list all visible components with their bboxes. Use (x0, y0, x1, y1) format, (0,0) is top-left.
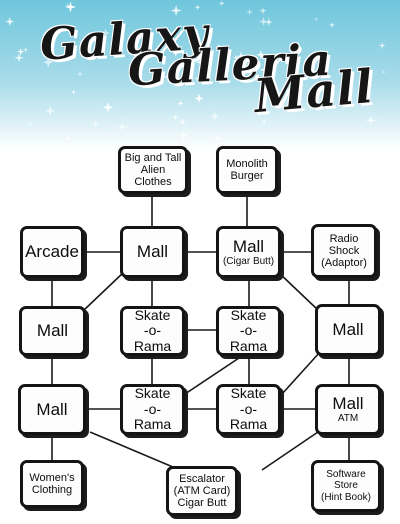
room-item-label: (Cigar Butt) (222, 255, 275, 267)
room-label: Skate -o- Rama (229, 306, 268, 354)
room-item-label: ATM (337, 413, 359, 425)
room-arcade[interactable]: Arcade (20, 226, 84, 278)
path-mallr3-diag (281, 351, 321, 395)
room-software-store[interactable]: Software Store (Hint Book) (311, 460, 381, 512)
room-label: Skate -o- Rama (229, 385, 268, 433)
room-mall-center-left[interactable]: Mall (120, 226, 185, 278)
room-label: Radio Shock (Adaptor) (321, 232, 367, 270)
room-label: Arcade (25, 242, 79, 262)
path-atm-escalator (261, 431, 319, 471)
room-womens-clothing[interactable]: Women's Clothing (20, 460, 84, 508)
room-label: Monolith Burger (226, 157, 268, 182)
room-mall-atm[interactable]: Mall ATM (315, 384, 381, 435)
room-label: Mall (332, 320, 364, 340)
room-label: Mall (232, 236, 265, 256)
room-monolith-burger[interactable]: Monolith Burger (216, 146, 278, 194)
room-label: Big and Tall Alien Clothes (124, 151, 182, 189)
room-mall-southwest[interactable]: Mall (18, 384, 86, 435)
room-label: Mall (332, 394, 364, 414)
room-radio-shock[interactable]: Radio Shock (Adaptor) (311, 224, 377, 278)
room-label: Mall (36, 321, 69, 341)
room-label: Women's Clothing (29, 471, 75, 496)
room-label: Software Store (Hint Book) (320, 469, 371, 503)
room-skate-o-rama-nw[interactable]: Skate -o- Rama (120, 306, 185, 356)
room-label: Skate -o- Rama (133, 306, 172, 354)
room-mall-east[interactable]: Mall (315, 304, 381, 356)
room-big-and-tall-alien-clothes[interactable]: Big and Tall Alien Clothes (118, 146, 188, 194)
room-label: Mall (36, 399, 68, 419)
path-mall-diag-left (83, 271, 125, 311)
room-label: Mall (136, 242, 169, 262)
room-skate-o-rama-se[interactable]: Skate -o- Rama (216, 384, 281, 435)
path-cigar-diag-right (277, 271, 319, 311)
room-label: Escalator (ATM Card) Cigar Butt (173, 472, 231, 510)
room-skate-o-rama-sw[interactable]: Skate -o- Rama (120, 384, 185, 435)
room-mall-cigar-butt[interactable]: Mall (Cigar Butt) (216, 226, 281, 278)
room-skate-o-rama-ne[interactable]: Skate -o- Rama (216, 306, 281, 356)
room-label: Skate -o- Rama (133, 385, 172, 433)
room-mall-west[interactable]: Mall (19, 306, 86, 356)
room-escalator[interactable]: Escalator (ATM Card) Cigar Butt (166, 466, 238, 516)
path-mall-escalator (89, 431, 181, 471)
